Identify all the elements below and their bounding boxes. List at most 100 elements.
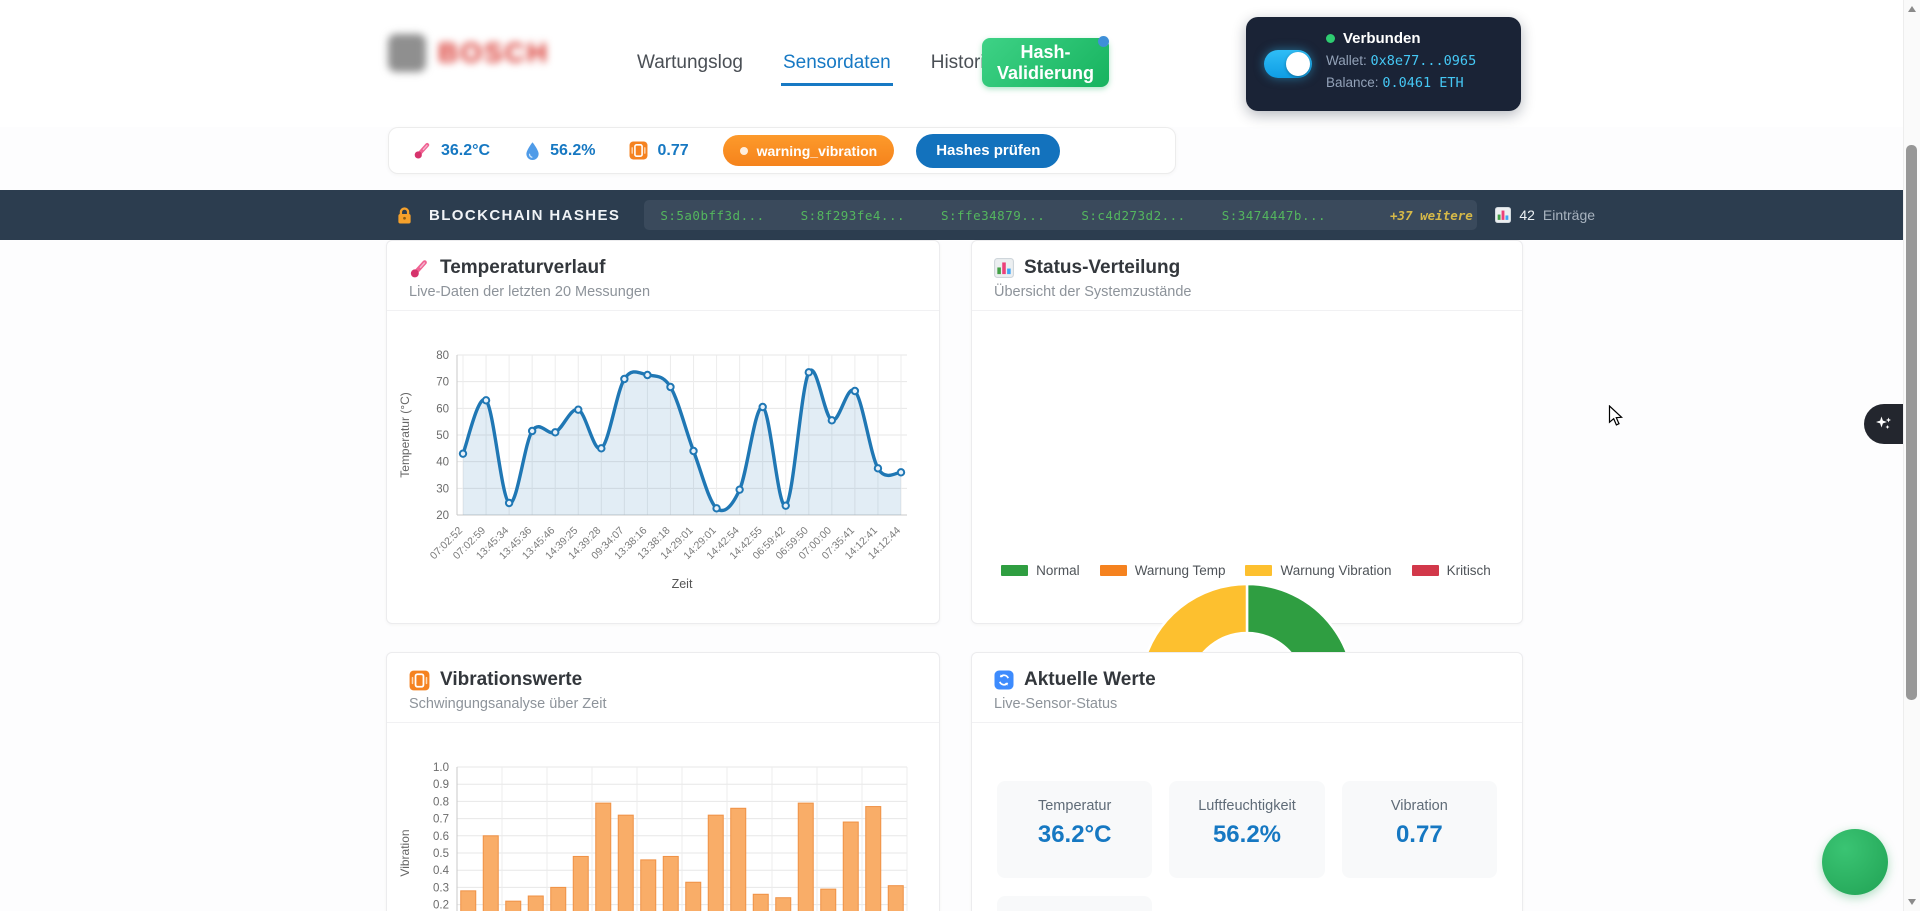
scrollbar-thumb[interactable]: [1906, 145, 1917, 700]
svg-text:Zeit: Zeit: [672, 577, 693, 591]
thermometer-icon: [413, 141, 432, 160]
more-hashes-link[interactable]: +37 weitere: [1390, 208, 1473, 223]
hash-entry: S:5a0bff3d...: [660, 208, 764, 223]
card-header: Vibrationswerte Schwingungsanalyse über …: [387, 653, 939, 723]
ai-assistant-tab[interactable]: [1864, 404, 1904, 444]
stat-box-partial: [997, 896, 1152, 911]
stat-box-humidity: Luftfeuchtigkeit 56.2%: [1169, 781, 1324, 878]
legend-item-warnung-vibration: Warnung Vibration: [1245, 563, 1391, 578]
wallet-info: Verbunden Wallet: 0x8e77...0965 Balance:…: [1326, 30, 1476, 91]
svg-text:60: 60: [436, 403, 449, 415]
stats-grid: Temperatur 36.2°C Luftfeuchtigkeit 56.2%…: [997, 781, 1497, 878]
badge-dot-icon: [740, 147, 748, 155]
legend-swatch: [1100, 565, 1127, 576]
notification-dot: [1098, 36, 1109, 47]
logo-text: BOSCH: [438, 37, 549, 69]
humidity-chip: 56.2%: [524, 141, 595, 160]
wallet-toggle[interactable]: [1264, 50, 1312, 78]
svg-text:40: 40: [436, 457, 449, 469]
wallet-label: Wallet:: [1326, 53, 1367, 68]
chat-fab-button[interactable]: [1822, 829, 1888, 895]
check-hashes-button[interactable]: Hashes prüfen: [916, 134, 1060, 168]
legend-swatch: [1412, 565, 1439, 576]
blockchain-hashes-bar: BLOCKCHAIN HASHES S:5a0bff3d... S:8f293f…: [0, 190, 1920, 240]
card-title-row: Aktuelle Werte: [994, 669, 1500, 691]
stat-box-vibration: Vibration 0.77: [1342, 781, 1497, 878]
card-header: Aktuelle Werte Live-Sensor-Status: [972, 653, 1522, 723]
current-values-card: Aktuelle Werte Live-Sensor-Status Temper…: [971, 652, 1523, 911]
donut-legend: Normal Warnung Temp Warnung Vibration Kr…: [971, 563, 1521, 578]
legend-swatch: [1001, 565, 1028, 576]
bar-chart-icon: [994, 258, 1014, 278]
bar-chart-icon: [1495, 207, 1511, 223]
stat-value: 36.2°C: [997, 821, 1152, 849]
scrollbar-down-arrow[interactable]: [1908, 899, 1916, 905]
vibration-value: 0.77: [657, 142, 688, 160]
wallet-widget: Verbunden Wallet: 0x8e77...0965 Balance:…: [1246, 17, 1521, 111]
hash-entry: S:8f293fe4...: [801, 208, 905, 223]
vibration-icon: [629, 141, 648, 160]
logo-mark: [388, 34, 426, 72]
wallet-balance-row: Balance: 0.0461 ETH: [1326, 75, 1476, 91]
top-header: BOSCH Wartungslog Sensordaten Historie H…: [0, 0, 1920, 127]
hash-strip: S:5a0bff3d... S:8f293fe4... S:ffe34879..…: [644, 200, 1477, 230]
entries-count: 42 Einträge: [1495, 207, 1595, 223]
warning-badge-label: warning_vibration: [757, 143, 878, 159]
temperature-value: 36.2°C: [441, 142, 490, 160]
hash-entry: S:ffe34879...: [941, 208, 1045, 223]
droplet-icon: [524, 141, 541, 160]
svg-text:20: 20: [436, 510, 449, 522]
connected-dot-icon: [1326, 34, 1335, 43]
toggle-knob: [1286, 52, 1310, 76]
scrollbar[interactable]: [1903, 0, 1920, 911]
card-title-row: Status-Verteilung: [994, 257, 1500, 279]
humidity-value: 56.2%: [550, 142, 595, 160]
card-header: Status-Verteilung Übersicht der Systemzu…: [972, 241, 1522, 311]
vibration-bar-chart: 1.00.90.80.70.60.50.40.30.20.107:02:5207…: [395, 745, 925, 911]
balance-value: 0.0461 ETH: [1382, 75, 1463, 91]
stat-label: Luftfeuchtigkeit: [1169, 798, 1324, 814]
legend-item-normal: Normal: [1001, 563, 1080, 578]
card-title: Vibrationswerte: [440, 669, 582, 691]
refresh-icon: [994, 670, 1014, 690]
svg-text:0.2: 0.2: [433, 900, 449, 911]
svg-text:70: 70: [436, 377, 449, 389]
svg-text:30: 30: [436, 483, 449, 495]
nav-item-wartungslog[interactable]: Wartungslog: [637, 52, 743, 84]
card-title: Aktuelle Werte: [1024, 669, 1156, 691]
svg-text:0.9: 0.9: [433, 779, 449, 791]
temperature-chip: 36.2°C: [413, 141, 490, 160]
svg-text:0.5: 0.5: [433, 848, 449, 860]
svg-text:0.3: 0.3: [433, 882, 449, 894]
svg-text:Vibration: Vibration: [398, 829, 412, 876]
card-subtitle: Live-Sensor-Status: [994, 696, 1500, 712]
temperature-line-chart: 2030405060708007:02:5207:02:5913:45:3413…: [395, 317, 925, 607]
card-subtitle: Live-Daten der letzten 20 Messungen: [409, 284, 917, 300]
card-subtitle: Übersicht der Systemzustände: [994, 284, 1500, 300]
stat-label: Vibration: [1342, 798, 1497, 814]
stat-value: 0.77: [1342, 821, 1497, 849]
card-header: Temperaturverlauf Live-Daten der letzten…: [387, 241, 939, 311]
sensor-status-bar: 36.2°C 56.2% 0.77 warning_vibration Hash…: [388, 127, 1176, 174]
card-title: Temperaturverlauf: [440, 257, 605, 279]
legend-label: Kritisch: [1447, 563, 1491, 578]
nav-item-sensordaten[interactable]: Sensordaten: [783, 52, 891, 84]
scrollbar-up-arrow[interactable]: [1908, 6, 1916, 12]
svg-text:0.6: 0.6: [433, 831, 449, 843]
temperature-chart-card: Temperaturverlauf Live-Daten der letzten…: [386, 240, 940, 624]
main-nav: Wartungslog Sensordaten Historie: [637, 52, 995, 84]
lock-icon: [396, 206, 413, 225]
card-title: Status-Verteilung: [1024, 257, 1180, 279]
entries-count-label: Einträge: [1543, 207, 1595, 223]
vibration-chart-card: Vibrationswerte Schwingungsanalyse über …: [386, 652, 940, 911]
vibration-chip: 0.77: [629, 141, 688, 160]
app-root: BOSCH Wartungslog Sensordaten Historie H…: [0, 0, 1920, 911]
warning-vibration-badge: warning_vibration: [723, 135, 895, 166]
stat-label: Temperatur: [997, 798, 1152, 814]
hash-validation-button[interactable]: Hash-Validierung: [982, 38, 1109, 87]
legend-swatch: [1245, 565, 1272, 576]
legend-label: Warnung Vibration: [1280, 563, 1391, 578]
svg-text:0.8: 0.8: [433, 796, 449, 808]
svg-text:80: 80: [436, 350, 449, 362]
wallet-address: 0x8e77...0965: [1371, 53, 1477, 69]
